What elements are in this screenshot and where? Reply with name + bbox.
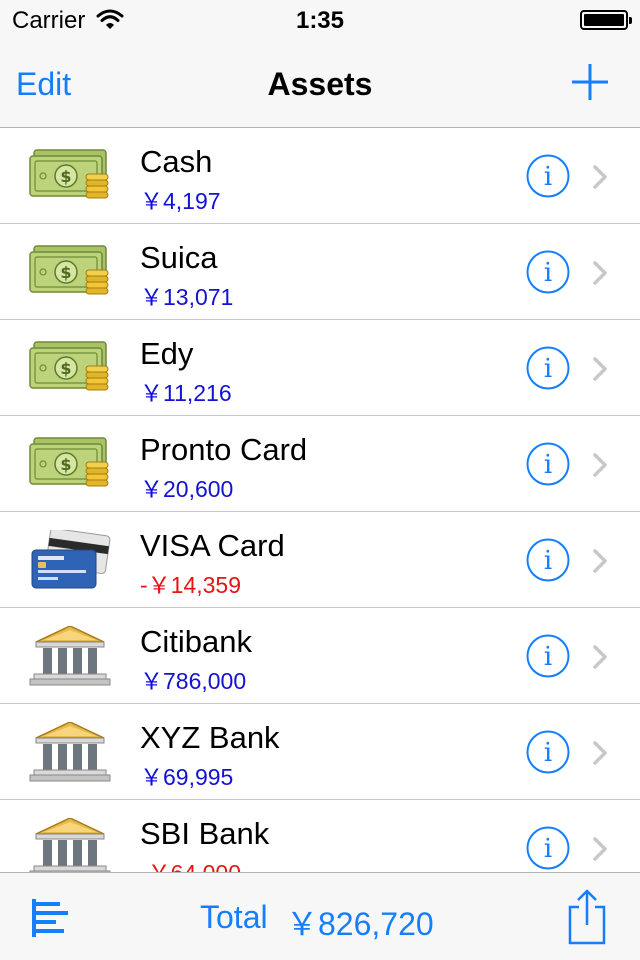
chevron-right-icon <box>592 452 608 478</box>
add-button[interactable] <box>570 62 610 102</box>
asset-value: ￥4,197 <box>140 188 221 214</box>
svg-text:i: i <box>544 258 552 288</box>
asset-name: Edy <box>140 336 194 371</box>
info-icon[interactable]: i <box>526 634 570 678</box>
asset-row[interactable]: $ Pronto Card ￥20,600 i <box>0 416 640 512</box>
asset-row[interactable]: SBI Bank -￥64,000 i <box>0 800 640 872</box>
asset-row[interactable]: $ Edy ￥11,216 i <box>0 320 640 416</box>
info-icon[interactable]: i <box>526 826 570 870</box>
chevron-right-icon <box>592 260 608 286</box>
svg-text:i: i <box>544 642 552 672</box>
asset-row[interactable]: $ Suica ￥13,071 i <box>0 224 640 320</box>
total-value: ￥826,720 <box>286 906 434 942</box>
credit-card-icon <box>28 528 112 590</box>
asset-row[interactable]: Citibank ￥786,000 i <box>0 608 640 704</box>
chevron-right-icon <box>592 740 608 766</box>
asset-row[interactable]: XYZ Bank ￥69,995 i <box>0 704 640 800</box>
chevron-right-icon <box>592 548 608 574</box>
asset-name: Cash <box>140 144 213 179</box>
svg-text:$: $ <box>60 359 71 378</box>
list-icon[interactable] <box>32 899 72 937</box>
svg-text:$: $ <box>60 263 71 282</box>
svg-text:$: $ <box>60 167 71 186</box>
chevron-right-icon <box>592 356 608 382</box>
asset-name: VISA Card <box>140 528 285 563</box>
asset-value: ￥69,995 <box>140 764 234 790</box>
asset-list: $ Cash ￥4,197 i $ Suica ￥13,071 i $ Edy … <box>0 128 640 872</box>
info-icon[interactable]: i <box>526 538 570 582</box>
asset-name: SBI Bank <box>140 816 270 851</box>
share-icon[interactable] <box>566 889 608 945</box>
bank-icon <box>28 817 112 872</box>
plus-icon <box>572 64 608 100</box>
info-icon[interactable]: i <box>526 346 570 390</box>
chevron-right-icon <box>592 164 608 190</box>
asset-name: Pronto Card <box>140 432 308 467</box>
svg-text:i: i <box>544 162 552 192</box>
bottom-toolbar: Total ￥826,720 <box>0 872 640 960</box>
money-icon: $ <box>28 146 112 206</box>
asset-name: Suica <box>140 240 218 275</box>
bank-icon <box>28 721 112 782</box>
money-icon: $ <box>28 242 112 302</box>
asset-name: Citibank <box>140 624 252 659</box>
battery-icon <box>580 10 632 30</box>
asset-value: ￥11,216 <box>140 380 232 406</box>
svg-text:i: i <box>544 354 552 384</box>
money-icon: $ <box>28 434 112 494</box>
svg-text:i: i <box>544 546 552 576</box>
asset-value: ￥20,600 <box>140 476 234 502</box>
money-icon: $ <box>28 338 112 398</box>
bank-icon <box>28 625 112 686</box>
chevron-right-icon <box>592 836 608 862</box>
asset-name: XYZ Bank <box>140 720 280 755</box>
asset-row[interactable]: VISA Card -￥14,359 i <box>0 512 640 608</box>
asset-value: ￥786,000 <box>140 668 247 694</box>
navigation-bar: Edit Assets <box>0 40 640 128</box>
svg-text:i: i <box>544 834 552 864</box>
svg-text:$: $ <box>60 455 71 474</box>
total-label: Total <box>200 899 268 935</box>
asset-value: ￥13,071 <box>140 284 234 310</box>
status-bar: Carrier 1:35 <box>0 0 640 40</box>
asset-row[interactable]: $ Cash ￥4,197 i <box>0 128 640 224</box>
info-icon[interactable]: i <box>526 442 570 486</box>
chevron-right-icon <box>592 644 608 670</box>
svg-text:i: i <box>544 738 552 768</box>
asset-value: -￥64,000 <box>140 854 241 872</box>
svg-text:i: i <box>544 450 552 480</box>
status-time: 1:35 <box>295 7 345 34</box>
page-title: Assets <box>267 66 373 102</box>
info-icon[interactable]: i <box>526 250 570 294</box>
info-icon[interactable]: i <box>526 730 570 774</box>
info-icon[interactable]: i <box>526 154 570 198</box>
asset-value: -￥14,359 <box>140 572 242 598</box>
